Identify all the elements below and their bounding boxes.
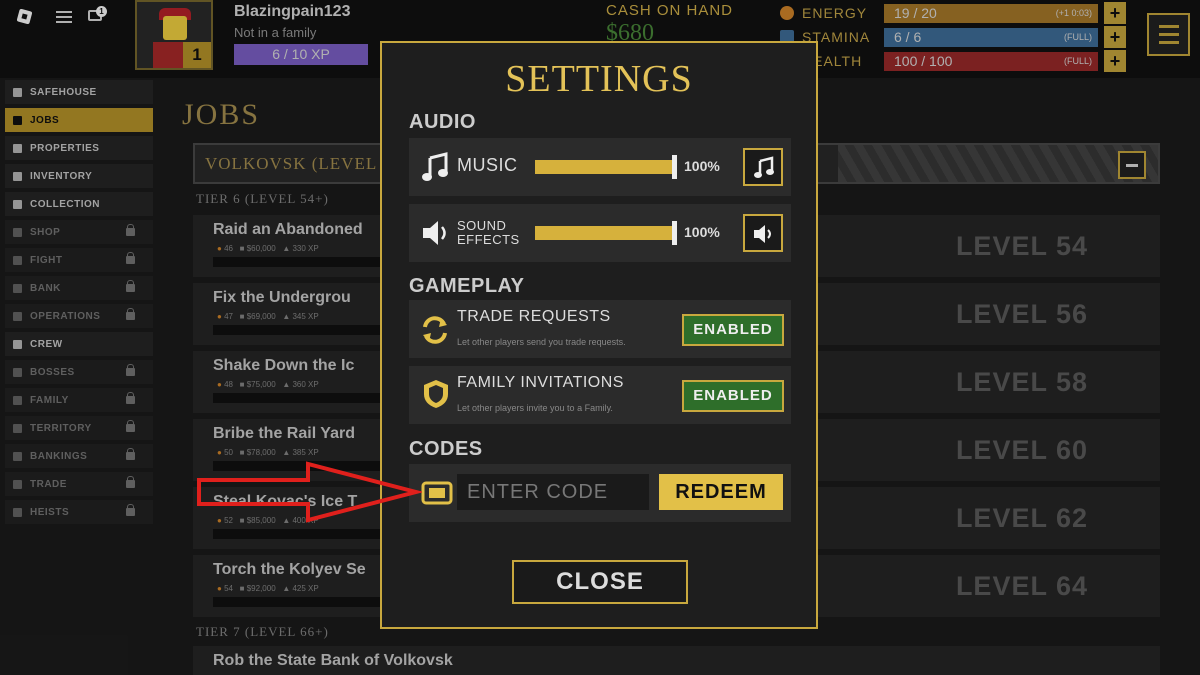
music-slider-knob[interactable] — [672, 155, 677, 179]
close-button[interactable]: CLOSE — [512, 560, 688, 604]
music-volume-slider[interactable] — [535, 155, 677, 179]
trade-requests-toggle[interactable]: ENABLED — [682, 314, 784, 346]
redeem-button[interactable]: REDEEM — [659, 474, 783, 510]
trade-requests-description: Let other players send you trade request… — [457, 337, 626, 347]
music-note-icon — [422, 152, 448, 181]
sfx-volume-value: 100% — [684, 224, 720, 240]
sound-effects-row: SOUND EFFECTS 100% — [409, 204, 791, 262]
music-row: MUSIC 100% — [409, 138, 791, 196]
sfx-toggle-icon — [754, 225, 771, 243]
music-label: MUSIC — [457, 155, 518, 175]
family-invitations-label: FAMILY INVITATIONS — [457, 374, 624, 391]
family-invitations-description: Let other players invite you to a Family… — [457, 403, 613, 413]
music-toggle-button[interactable] — [743, 148, 783, 186]
gameplay-header: GAMEPLAY — [409, 275, 525, 297]
trade-requests-label: TRADE REQUESTS — [457, 308, 611, 325]
sfx-volume-slider[interactable] — [535, 221, 677, 245]
trade-requests-row: TRADE REQUESTS Let other players send yo… — [409, 300, 791, 358]
ticket-icon — [421, 481, 453, 505]
sound-effects-label: SOUND EFFECTS — [457, 219, 520, 247]
red-arrow-annotation — [197, 461, 422, 523]
settings-title: SETTINGS — [505, 58, 693, 100]
family-invitations-row: FAMILY INVITATIONS Let other players inv… — [409, 366, 791, 424]
sfx-toggle-button[interactable] — [743, 214, 783, 252]
code-input[interactable]: ENTER CODE — [457, 474, 649, 510]
sound-effects-label-line2: EFFECTS — [457, 232, 520, 247]
sfx-slider-knob[interactable] — [672, 221, 677, 245]
codes-row: ENTER CODE REDEEM — [409, 464, 791, 522]
music-volume-value: 100% — [684, 158, 720, 174]
audio-header: AUDIO — [409, 111, 476, 133]
family-invitations-toggle[interactable]: ENABLED — [682, 380, 784, 412]
settings-modal: SETTINGS AUDIO MUSIC 100% SOUND EFFECTS … — [380, 41, 818, 629]
shield-icon — [424, 380, 448, 408]
trade-swap-icon — [423, 316, 447, 344]
sound-effects-label-line1: SOUND — [457, 218, 507, 233]
speaker-icon — [423, 221, 446, 245]
music-toggle-icon — [754, 156, 774, 178]
